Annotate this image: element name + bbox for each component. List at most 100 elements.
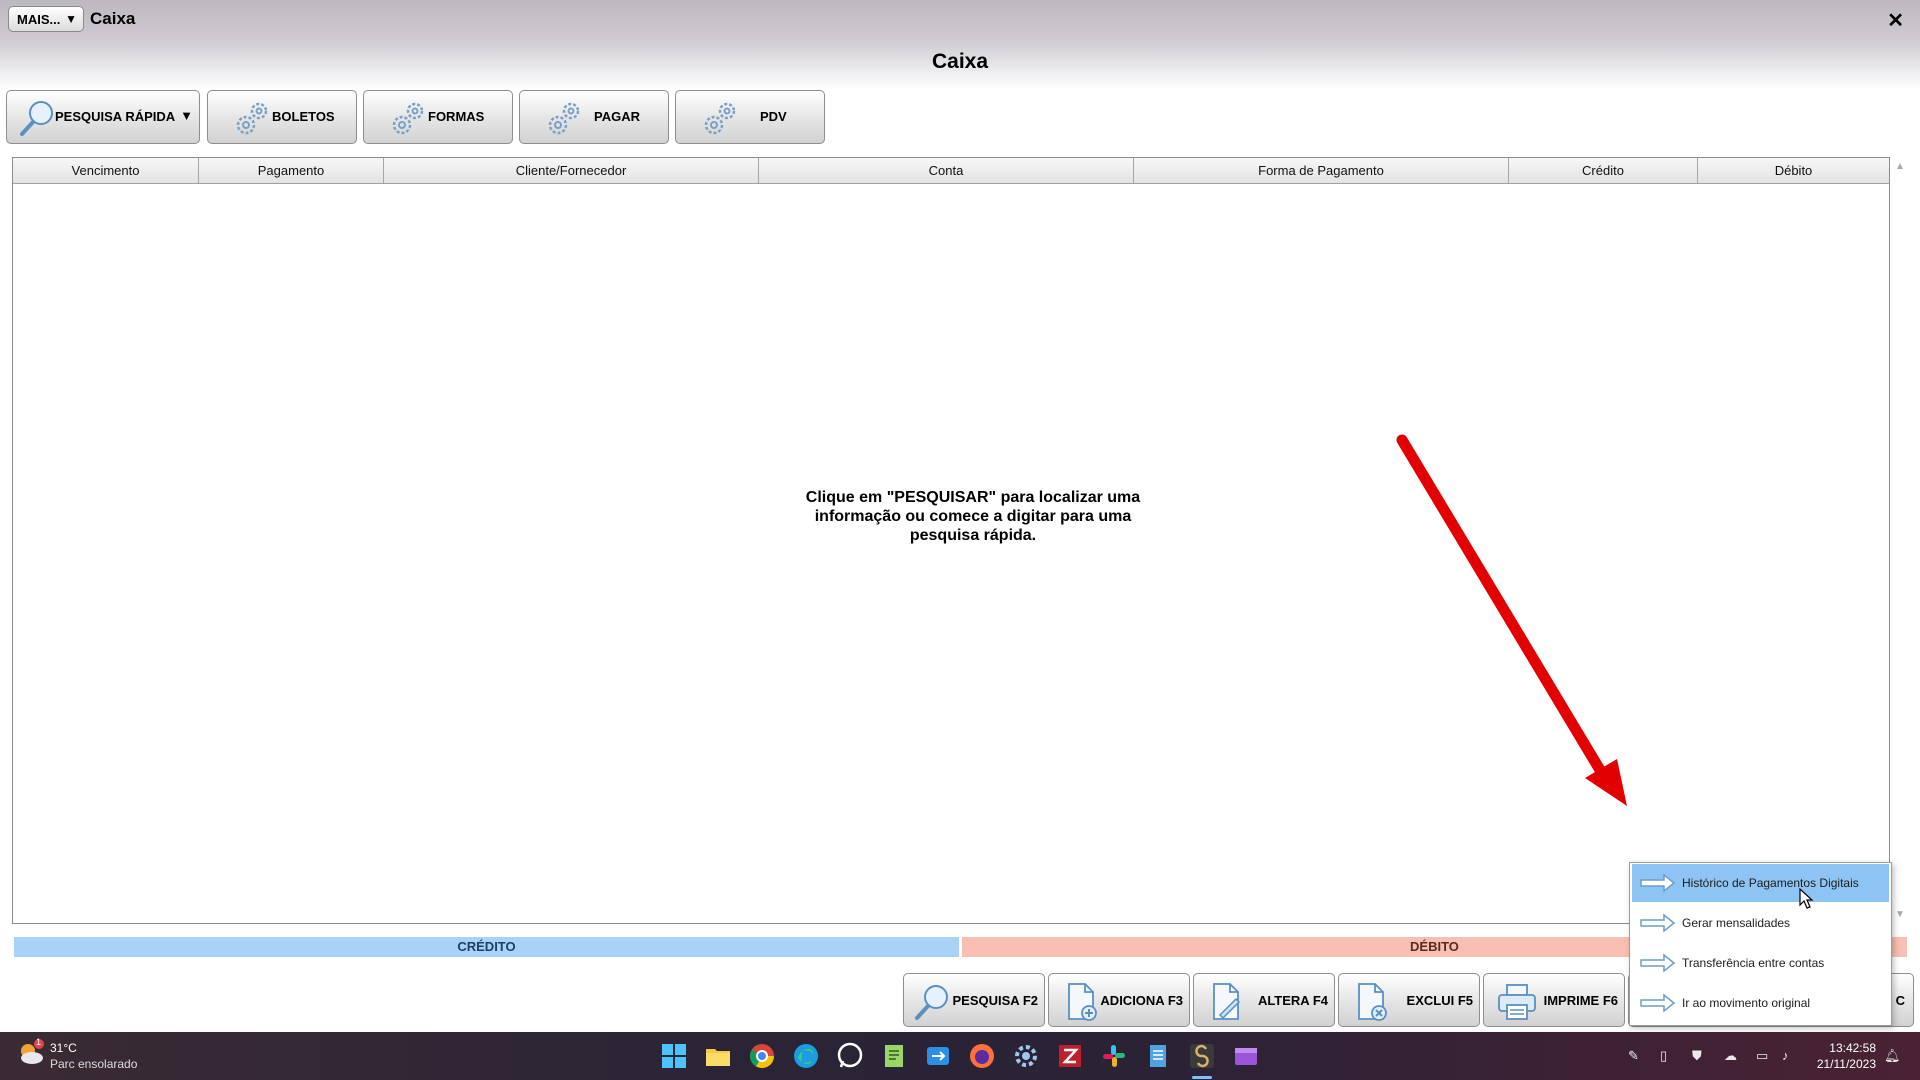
magnifier-icon: [915, 985, 948, 1020]
dropdown-arrow-icon[interactable]: ▼: [180, 108, 193, 123]
more-actions-label: C: [1895, 993, 1905, 1008]
mouse-cursor-icon: [1799, 888, 1814, 909]
col-pagamento[interactable]: Pagamento: [199, 158, 384, 183]
col-cliente-fornecedor[interactable]: Cliente/Fornecedor: [384, 158, 759, 183]
col-conta[interactable]: Conta: [759, 158, 1134, 183]
adiciona-f3-label: ADICIONA F3: [1100, 993, 1183, 1008]
boletos-label: BOLETOS: [272, 109, 335, 124]
whatsapp-icon[interactable]: [836, 1042, 864, 1070]
col-debito[interactable]: Débito: [1698, 158, 1889, 183]
page-title: Caixa: [931, 50, 989, 73]
col-forma-pagamento[interactable]: Forma de Pagamento: [1134, 158, 1509, 183]
imprime-f6-button[interactable]: IMPRIME F6: [1483, 973, 1625, 1027]
exclui-f5-button[interactable]: EXCLUI F5: [1338, 973, 1480, 1027]
weather-badge: 1: [36, 1037, 42, 1047]
scroll-down-icon[interactable]: ▼: [1895, 909, 1905, 920]
menu-item-label: Gerar mensalidades: [1682, 916, 1791, 930]
file-explorer-icon[interactable]: [704, 1042, 732, 1070]
delete-document-icon: [1358, 983, 1387, 1021]
col-credito[interactable]: Crédito: [1509, 158, 1698, 183]
gears-icon: [236, 102, 268, 135]
edit-document-icon: [1213, 983, 1241, 1020]
scroll-up-icon[interactable]: ▲: [1895, 161, 1905, 172]
empty-message-line: pesquisa rápida.: [909, 527, 1037, 544]
more-dropdown-button[interactable]: MAIS... ▼: [8, 6, 84, 32]
menu-item-label: Histórico de Pagamentos Digitais: [1682, 876, 1859, 890]
clock-date: 21/11/2023: [1816, 1057, 1876, 1071]
slack-icon[interactable]: [1100, 1042, 1128, 1070]
active-app-indicator: [1192, 1076, 1212, 1079]
network-icon[interactable]: ▭: [1756, 1048, 1768, 1064]
arrow-right-icon: [1640, 873, 1676, 893]
taskbar-clock[interactable]: 13:42:58 21/11/2023: [1817, 1040, 1876, 1072]
edge-icon[interactable]: [792, 1042, 820, 1070]
arrow-right-icon: [1640, 913, 1676, 933]
video-editor-icon[interactable]: [1232, 1042, 1260, 1070]
menu-item-historico-pagamentos[interactable]: Histórico de Pagamentos Digitais: [1632, 864, 1889, 902]
pagar-button[interactable]: PAGAR: [519, 90, 669, 144]
credit-total-bar: CRÉDITO: [14, 937, 959, 957]
weather-temp: 31°C: [50, 1041, 77, 1055]
close-icon[interactable]: ✕: [1887, 8, 1904, 33]
altera-f4-label: ALTERA F4: [1257, 993, 1328, 1008]
menu-item-gerar-mensalidades[interactable]: Gerar mensalidades: [1632, 904, 1889, 942]
vertical-scrollbar[interactable]: ▲ ▼: [1892, 157, 1908, 924]
pdv-button[interactable]: PDV: [675, 90, 825, 144]
col-vencimento[interactable]: Vencimento: [13, 158, 199, 183]
exclui-f5-label: EXCLUI F5: [1406, 993, 1473, 1008]
pdv-label: PDV: [760, 109, 787, 124]
notepad-icon[interactable]: [1144, 1042, 1172, 1070]
security-shield-icon[interactable]: ⛊: [1692, 1048, 1702, 1064]
grid-header: Vencimento Pagamento Cliente/Fornecedor …: [13, 158, 1889, 184]
cash-grid[interactable]: Vencimento Pagamento Cliente/Fornecedor …: [12, 157, 1890, 924]
menu-item-ir-movimento-original[interactable]: Ir ao movimento original: [1632, 984, 1889, 1022]
altera-f4-button[interactable]: ALTERA F4: [1193, 973, 1335, 1027]
quick-search-label: PESQUISA RÁPIDA: [55, 109, 176, 124]
volume-icon[interactable]: ♪: [1782, 1048, 1789, 1063]
add-document-icon: [1068, 983, 1097, 1021]
weather-widget[interactable]: 1: [16, 1037, 46, 1073]
pagar-label: PAGAR: [594, 109, 640, 124]
empty-message-line: informação ou comece a digitar para uma: [814, 508, 1132, 525]
menu-item-label: Transferência entre contas: [1682, 956, 1825, 970]
taskbar: 1 31°C Parc ensolarado ✎ ▯ ⛊ ☁ ▭ ♪ 13:42…: [0, 1032, 1920, 1080]
formas-label: FORMAS: [428, 109, 485, 124]
cloud-icon[interactable]: ☁: [1724, 1048, 1737, 1064]
remote-access-icon[interactable]: [924, 1042, 952, 1070]
pesquisa-f2-button[interactable]: PESQUISA F2: [903, 973, 1045, 1027]
quick-search-button[interactable]: PESQUISA RÁPIDA ▼: [6, 90, 200, 144]
adiciona-f3-button[interactable]: ADICIONA F3: [1048, 973, 1190, 1027]
magnifier-icon: [20, 101, 53, 136]
arrow-right-icon: [1640, 953, 1676, 973]
formas-button[interactable]: FORMAS: [363, 90, 513, 144]
filezilla-icon[interactable]: [1056, 1042, 1084, 1070]
firefox-icon[interactable]: [968, 1042, 996, 1070]
gears-icon: [548, 102, 580, 135]
usb-icon[interactable]: ▯: [1660, 1048, 1667, 1064]
more-label: MAIS...: [17, 11, 61, 27]
weather-desc: Parc ensolarado: [50, 1057, 138, 1071]
settings-gear-icon[interactable]: [1012, 1042, 1040, 1070]
clock-time: 13:42:58: [1829, 1041, 1876, 1055]
arrow-right-icon: [1640, 993, 1676, 1013]
gears-icon: [704, 102, 736, 135]
empty-grid-message: Clique em "PESQUISAR" para localizar uma…: [773, 488, 1173, 545]
pesquisa-f2-label: PESQUISA F2: [952, 993, 1038, 1008]
windows-start-icon[interactable]: [660, 1042, 688, 1070]
title-bar: MAIS... ▼ Caixa ✕: [0, 0, 1920, 40]
erp-app-icon[interactable]: [1188, 1042, 1216, 1070]
window-title: Caixa: [90, 9, 136, 28]
notification-bell-icon[interactable]: 🔔︎: [1884, 1048, 1901, 1064]
empty-message-line: Clique em "PESQUISAR" para localizar uma: [805, 489, 1141, 506]
boletos-button[interactable]: BOLETOS: [207, 90, 357, 144]
imprime-f6-label: IMPRIME F6: [1543, 993, 1618, 1008]
notepad-plus-icon[interactable]: [880, 1042, 908, 1070]
chrome-icon[interactable]: [748, 1042, 776, 1070]
pen-icon[interactable]: ✎: [1628, 1048, 1639, 1064]
printer-icon: [1498, 984, 1536, 1020]
menu-item-label: Ir ao movimento original: [1682, 996, 1811, 1010]
actions-popup-menu: Histórico de Pagamentos Digitais Gerar m…: [1629, 862, 1892, 1026]
chevron-down-icon: ▼: [65, 12, 77, 26]
menu-item-transferencia-contas[interactable]: Transferência entre contas: [1632, 944, 1889, 982]
gears-icon: [392, 102, 424, 135]
